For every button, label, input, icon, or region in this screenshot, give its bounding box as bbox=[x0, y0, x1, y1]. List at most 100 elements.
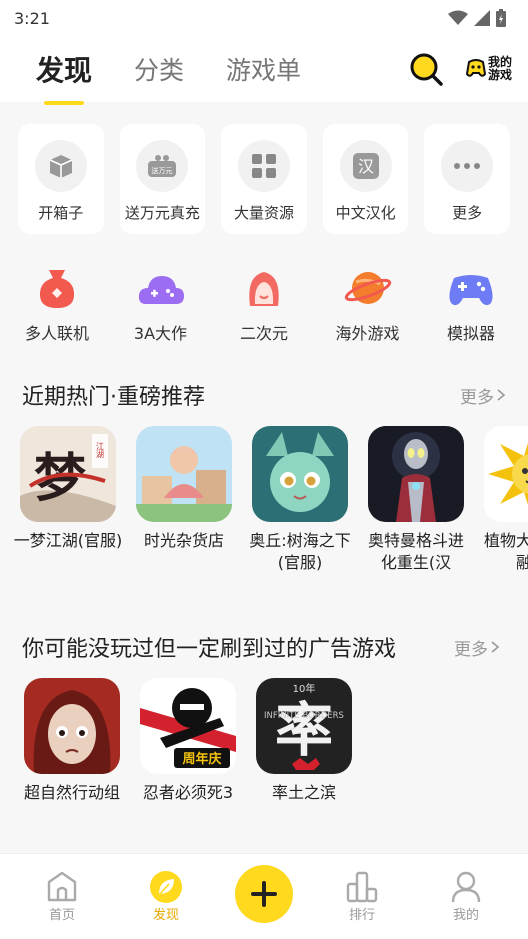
feature-card-more[interactable]: 更多 bbox=[424, 124, 510, 234]
thumb-en-text: INFINITE BORDERS bbox=[264, 711, 344, 721]
feature-card-label: 开箱子 bbox=[38, 204, 84, 222]
chinese-glyph: 汉 bbox=[358, 157, 374, 176]
feature-card-label: 更多 bbox=[452, 204, 483, 222]
category-3a[interactable]: 3A大作 bbox=[116, 266, 206, 368]
category-label: 3A大作 bbox=[133, 324, 188, 343]
game-name: 奥丘:树海之下(官服) bbox=[249, 531, 351, 572]
more-label: 更多 bbox=[460, 387, 494, 408]
chinese-icon: 汉 bbox=[339, 140, 392, 192]
game-thumbnail bbox=[252, 426, 348, 522]
leaf-icon bbox=[150, 871, 182, 903]
game-card[interactable]: 10年 率 INFINITE BORDERS 率土之滨 bbox=[256, 678, 352, 874]
game-card[interactable]: 梦 江湖 一梦江湖(官服) bbox=[14, 426, 122, 620]
status-bar: 3:21 bbox=[0, 0, 528, 36]
battery-icon bbox=[496, 9, 506, 27]
nav-ranking[interactable]: 排行 bbox=[327, 870, 397, 923]
ranking-icon bbox=[346, 871, 378, 903]
gift-icon: 送万元 bbox=[136, 140, 189, 192]
more-link[interactable]: 更多 bbox=[454, 635, 500, 660]
thumb-glyph: 率 bbox=[275, 696, 333, 764]
nav-label: 我的 bbox=[452, 908, 479, 923]
game-card[interactable]: 超自然行动组 bbox=[24, 678, 120, 874]
thumb-tag: 江湖 bbox=[96, 442, 105, 459]
thumb-top-text: 10年 bbox=[293, 682, 316, 695]
chevron-right-icon bbox=[491, 641, 500, 653]
feature-card-label: 中文汉化 bbox=[335, 204, 396, 222]
nav-label: 排行 bbox=[348, 908, 375, 923]
wifi-icon bbox=[448, 10, 468, 25]
category-label: 二次元 bbox=[239, 324, 288, 343]
planet-icon bbox=[344, 272, 391, 304]
gift-badge-text: 送万元 bbox=[152, 166, 173, 175]
feature-card-open-box[interactable]: 开箱子 bbox=[18, 124, 104, 234]
discover-content: 开箱子 送万元 送万元真充 大量资源 汉 中文汉化 更多 多人联机 3A大作 二… bbox=[0, 102, 528, 874]
game-card[interactable]: 奥丘:树海之下(官服) bbox=[249, 426, 351, 620]
feature-card-label: 大量资源 bbox=[233, 204, 294, 222]
section-ad-games-header: 你可能没玩过但一定刷到过的广告游戏 更多 bbox=[0, 620, 528, 674]
grid-icon bbox=[237, 140, 290, 192]
tab-categories[interactable]: 分类 bbox=[134, 51, 184, 87]
bag-icon bbox=[39, 270, 75, 308]
category-emulator[interactable]: 模拟器 bbox=[426, 266, 516, 368]
game-name: 植物大战僵尸融合 bbox=[483, 531, 528, 572]
tab-game-lists[interactable]: 游戏单 bbox=[226, 51, 301, 87]
game-thumbnail bbox=[368, 426, 464, 522]
more-link[interactable]: 更多 bbox=[460, 383, 506, 408]
signal-icon bbox=[474, 10, 490, 26]
section-title: 近期热门·重磅推荐 bbox=[22, 385, 205, 410]
nav-profile[interactable]: 我的 bbox=[431, 870, 501, 923]
feature-card-resources[interactable]: 大量资源 bbox=[221, 124, 307, 234]
category-row: 多人联机 3A大作 二次元 海外游戏 模拟器 bbox=[0, 238, 528, 368]
thumb-badge: 周年庆 bbox=[182, 751, 221, 767]
category-overseas[interactable]: 海外游戏 bbox=[323, 266, 413, 368]
game-name: 超自然行动组 bbox=[23, 783, 120, 802]
my-games-button[interactable]: 我的 游戏 bbox=[465, 56, 512, 82]
profile-icon bbox=[451, 871, 481, 903]
plus-icon bbox=[251, 880, 277, 907]
nav-label: 发现 bbox=[152, 908, 179, 923]
nav-home[interactable]: 首页 bbox=[27, 870, 97, 923]
feature-card-chinese[interactable]: 汉 中文汉化 bbox=[322, 124, 409, 234]
category-label: 海外游戏 bbox=[335, 324, 400, 343]
feature-card-gift-recharge[interactable]: 送万元 送万元真充 bbox=[119, 124, 206, 234]
status-icons bbox=[448, 9, 506, 27]
game-name: 时光杂货店 bbox=[143, 531, 224, 550]
more-label: 更多 bbox=[454, 639, 488, 660]
game-thumbnail: 梦 江湖 bbox=[20, 426, 116, 522]
cloud-gamepad-icon bbox=[138, 276, 184, 304]
top-navigation: 发现 分类 游戏单 我的 游戏 bbox=[0, 36, 528, 105]
category-multiplayer[interactable]: 多人联机 bbox=[12, 266, 102, 368]
hot-games-row: 梦 江湖 一梦江湖(官服) 时光杂货店 奥丘:树海之下(官服) 奥特曼格斗进化重… bbox=[0, 422, 528, 620]
box-icon bbox=[34, 140, 87, 192]
game-name: 奥特曼格斗进化重生(汉 bbox=[367, 531, 464, 572]
tab-discover[interactable]: 发现 bbox=[36, 49, 92, 105]
more-icon bbox=[441, 140, 494, 192]
search-icon[interactable] bbox=[408, 51, 444, 87]
feature-cards: 开箱子 送万元 送万元真充 大量资源 汉 中文汉化 更多 bbox=[0, 102, 528, 238]
game-thumbnail bbox=[24, 678, 120, 774]
gamepad-icon bbox=[465, 59, 486, 77]
category-anime[interactable]: 二次元 bbox=[219, 266, 309, 368]
game-name: 忍者必须死3 bbox=[142, 783, 234, 802]
nav-discover[interactable]: 发现 bbox=[131, 870, 201, 923]
game-thumbnail bbox=[484, 426, 528, 522]
ad-games-row: 超自然行动组 周年庆 忍者必须死3 10年 率 INFINITE BORDERS… bbox=[0, 674, 528, 874]
nav-label: 首页 bbox=[48, 908, 75, 923]
game-card[interactable]: 植物大战僵尸融合 bbox=[484, 426, 528, 620]
category-label: 多人联机 bbox=[24, 324, 89, 343]
chevron-right-icon bbox=[497, 389, 506, 401]
game-thumbnail: 10年 率 INFINITE BORDERS bbox=[256, 678, 352, 774]
game-name: 率土之滨 bbox=[271, 783, 336, 802]
section-hot-header: 近期热门·重磅推荐 更多 bbox=[0, 368, 528, 422]
game-card[interactable]: 奥特曼格斗进化重生(汉 bbox=[368, 426, 464, 620]
anime-girl-icon bbox=[249, 272, 279, 306]
game-thumbnail bbox=[136, 426, 232, 522]
game-card[interactable]: 时光杂货店 bbox=[136, 426, 232, 620]
game-card[interactable]: 周年庆 忍者必须死3 bbox=[140, 678, 236, 874]
gamepad-icon bbox=[449, 275, 493, 306]
game-name: 一梦江湖(官服) bbox=[13, 531, 123, 550]
feature-card-label: 送万元真充 bbox=[124, 204, 200, 222]
add-button[interactable] bbox=[235, 864, 293, 923]
section-title: 你可能没玩过但一定刷到过的广告游戏 bbox=[22, 637, 397, 662]
game-thumbnail: 周年庆 bbox=[140, 678, 236, 774]
